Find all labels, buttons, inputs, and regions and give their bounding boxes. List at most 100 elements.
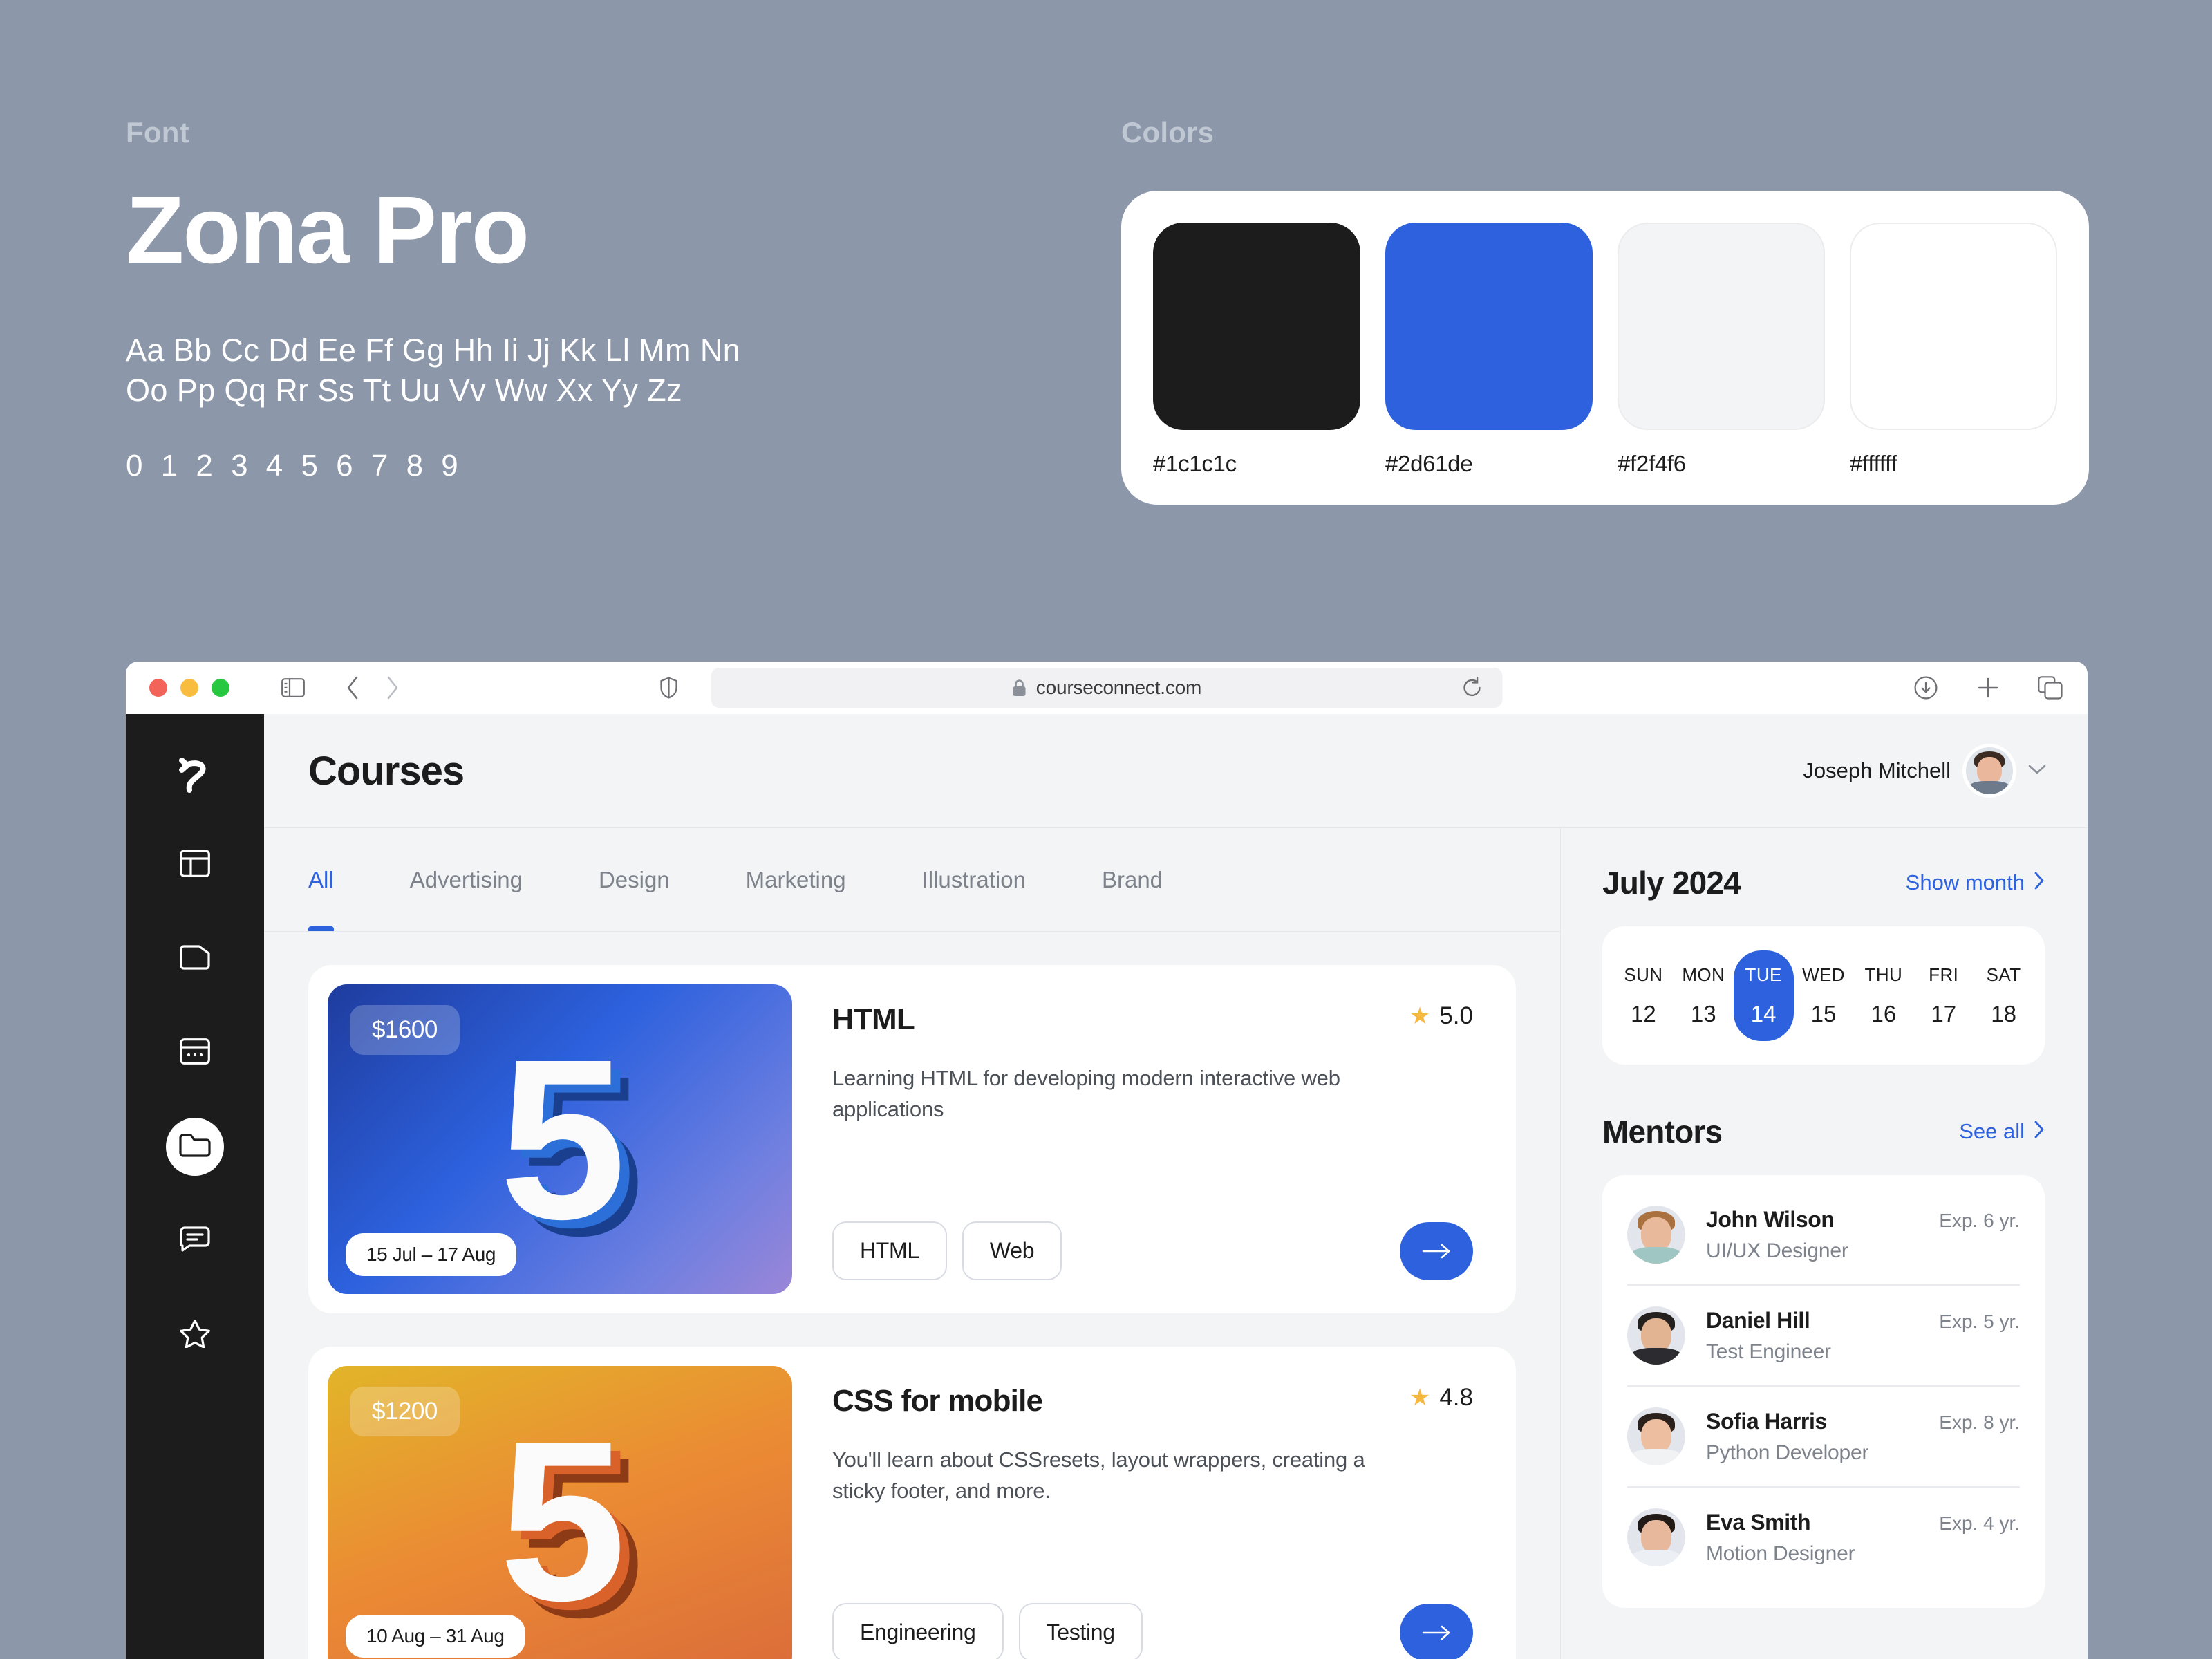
browser-window: courseconnect.com Courses Joseph Mitchel… — [126, 662, 2088, 1659]
sidebar-item-calendar[interactable] — [166, 1024, 224, 1082]
reload-icon[interactable] — [1463, 677, 1483, 699]
user-menu[interactable]: Joseph Mitchell — [1803, 747, 2046, 794]
brand-logo-icon[interactable] — [173, 756, 217, 800]
course-card[interactable]: 5 $1200 10 Aug – 31 Aug CSS for mobile ★… — [308, 1347, 1516, 1659]
avatar[interactable] — [1966, 747, 2013, 794]
sidebar-item-courses[interactable] — [166, 1118, 224, 1176]
calendar-day-today[interactable]: TUE 14 — [1733, 950, 1794, 1041]
course-date-badge: 15 Jul – 17 Aug — [346, 1233, 517, 1276]
course-body: HTML ★ 5.0 Learning HTML for developing … — [832, 984, 1497, 1294]
toolbar-right-icons — [1913, 675, 2063, 700]
tab-illustration[interactable]: Illustration — [922, 828, 1026, 931]
calendar-icon — [180, 1038, 210, 1068]
course-tag[interactable]: Engineering — [832, 1603, 1004, 1659]
close-window-button[interactable] — [149, 679, 167, 697]
color-swatch-card: #1c1c1c #2d61de #f2f4f6 #ffffff — [1121, 191, 2089, 505]
shield-icon[interactable] — [660, 677, 678, 699]
mentor-row[interactable]: Daniel Hill Exp. 5 yr. Test Engineer — [1627, 1284, 2020, 1385]
color-swatch: #ffffff — [1850, 223, 2057, 477]
minimize-window-button[interactable] — [180, 679, 198, 697]
alphabet-line-2: Oo Pp Qq Rr Ss Tt Uu Vv Ww Xx Yy Zz — [126, 372, 683, 408]
mentor-row[interactable]: Sofia Harris Exp. 8 yr. Python Developer — [1627, 1385, 2020, 1486]
see-all-link[interactable]: See all — [1959, 1119, 2045, 1144]
calendar-day-name: SAT — [1986, 964, 2021, 985]
avatar-face — [1966, 747, 2013, 794]
chevron-down-icon[interactable] — [2028, 764, 2046, 778]
color-swatch-chip — [1850, 223, 2057, 430]
alphabet-specimen: Aa Bb Cc Dd Ee Ff Gg Hh Ii Jj Kk Ll Mm N… — [126, 330, 990, 410]
color-swatch-hex: #ffffff — [1850, 451, 1897, 476]
course-tag[interactable]: Web — [962, 1221, 1062, 1280]
address-bar[interactable]: courseconnect.com — [660, 668, 1503, 708]
course-open-button[interactable] — [1400, 1603, 1473, 1659]
mentor-avatar — [1627, 1206, 1685, 1264]
category-tabs: All Advertising Design Marketing Illustratio… — [264, 828, 1560, 932]
course-tag[interactable]: HTML — [832, 1221, 947, 1280]
app-content: Courses Joseph Mitchell All Advertising … — [264, 714, 2088, 1659]
mentor-row[interactable]: Eva Smith Exp. 4 yr. Motion Designer — [1627, 1486, 2020, 1587]
sidebar-item-dashboard[interactable] — [166, 836, 224, 894]
calendar-day-number: 14 — [1750, 1000, 1777, 1027]
course-footer: Engineering Testing — [832, 1603, 1473, 1659]
see-all-label: See all — [1959, 1119, 2025, 1143]
tab-all[interactable]: All — [308, 828, 334, 931]
calendar-day[interactable]: FRI 17 — [1913, 950, 1974, 1041]
course-price-badge: $1200 — [350, 1387, 460, 1436]
course-description: You'll learn about CSSresets, layout wra… — [832, 1447, 1365, 1503]
window-traffic-lights[interactable] — [149, 679, 229, 697]
digits-specimen: 0 1 2 3 4 5 6 7 8 9 — [126, 449, 463, 483]
course-card[interactable]: 5 $1600 15 Jul – 17 Aug HTML ★ 5.0 Learn… — [308, 965, 1516, 1313]
course-date-badge: 10 Aug – 31 Aug — [346, 1615, 525, 1658]
calendar-day[interactable]: THU 16 — [1853, 950, 1913, 1041]
sidebar-item-files[interactable] — [166, 930, 224, 988]
color-swatch-chip — [1385, 223, 1593, 430]
course-thumbnail: 5 $1200 10 Aug – 31 Aug — [328, 1366, 792, 1659]
chevron-right-icon — [2034, 1119, 2045, 1144]
course-rating: ★ 5.0 — [1409, 1002, 1473, 1030]
mentor-top-line: Daniel Hill Exp. 5 yr. — [1706, 1308, 2020, 1333]
back-icon[interactable] — [345, 675, 360, 700]
calendar-day-name: SUN — [1624, 964, 1663, 985]
dashboard-icon — [180, 849, 210, 881]
course-logo-glyph: 5 — [499, 1393, 626, 1648]
page-header: Courses Joseph Mitchell — [264, 714, 2088, 828]
file-icon — [180, 944, 210, 973]
calendar-day-number: 16 — [1871, 1000, 1897, 1027]
forward-icon[interactable] — [385, 675, 400, 700]
downloads-icon[interactable] — [1913, 675, 1938, 700]
mentor-top-line: John Wilson Exp. 6 yr. — [1706, 1207, 2020, 1232]
colors-section-label: Colors — [1121, 116, 1215, 149]
sidebar-toggle-icon[interactable] — [281, 678, 305, 697]
folder-icon — [179, 1132, 211, 1162]
zoom-window-button[interactable] — [212, 679, 229, 697]
calendar-header: July 2024 Show month — [1602, 864, 2045, 901]
tab-brand[interactable]: Brand — [1102, 828, 1163, 931]
mentor-top-line: Sofia Harris Exp. 8 yr. — [1706, 1409, 2020, 1434]
mentor-info: Sofia Harris Exp. 8 yr. Python Developer — [1706, 1409, 2020, 1465]
sidebar-item-messages[interactable] — [166, 1212, 224, 1270]
calendar-day[interactable]: SUN 12 — [1613, 950, 1674, 1041]
sidebar-rail — [126, 714, 264, 1659]
calendar-day-number: 12 — [1631, 1000, 1656, 1027]
tab-overview-icon[interactable] — [2038, 676, 2063, 700]
tab-advertising[interactable]: Advertising — [410, 828, 523, 931]
color-swatch: #1c1c1c — [1153, 223, 1360, 477]
course-tag[interactable]: Testing — [1018, 1603, 1143, 1659]
calendar-day[interactable]: SAT 18 — [1974, 950, 2034, 1041]
new-tab-icon[interactable] — [1976, 675, 2000, 700]
mentor-row[interactable]: John Wilson Exp. 6 yr. UI/UX Designer — [1627, 1185, 2020, 1284]
page-title: Courses — [308, 748, 465, 794]
chevron-right-icon — [2034, 870, 2045, 895]
sidebar-item-favorites[interactable] — [166, 1306, 224, 1364]
tab-design[interactable]: Design — [599, 828, 670, 931]
calendar-day[interactable]: WED 15 — [1794, 950, 1854, 1041]
calendar-day[interactable]: MON 13 — [1674, 950, 1734, 1041]
tab-marketing[interactable]: Marketing — [746, 828, 846, 931]
show-month-link[interactable]: Show month — [1906, 870, 2045, 895]
font-section-label: Font — [126, 116, 189, 149]
color-swatch-hex: #f2f4f6 — [1618, 451, 1686, 476]
color-swatch-hex: #2d61de — [1385, 451, 1473, 476]
course-open-button[interactable] — [1400, 1221, 1473, 1280]
course-description: Learning HTML for developing modern inte… — [832, 1066, 1340, 1121]
mentor-role: Test Engineer — [1706, 1340, 1831, 1363]
